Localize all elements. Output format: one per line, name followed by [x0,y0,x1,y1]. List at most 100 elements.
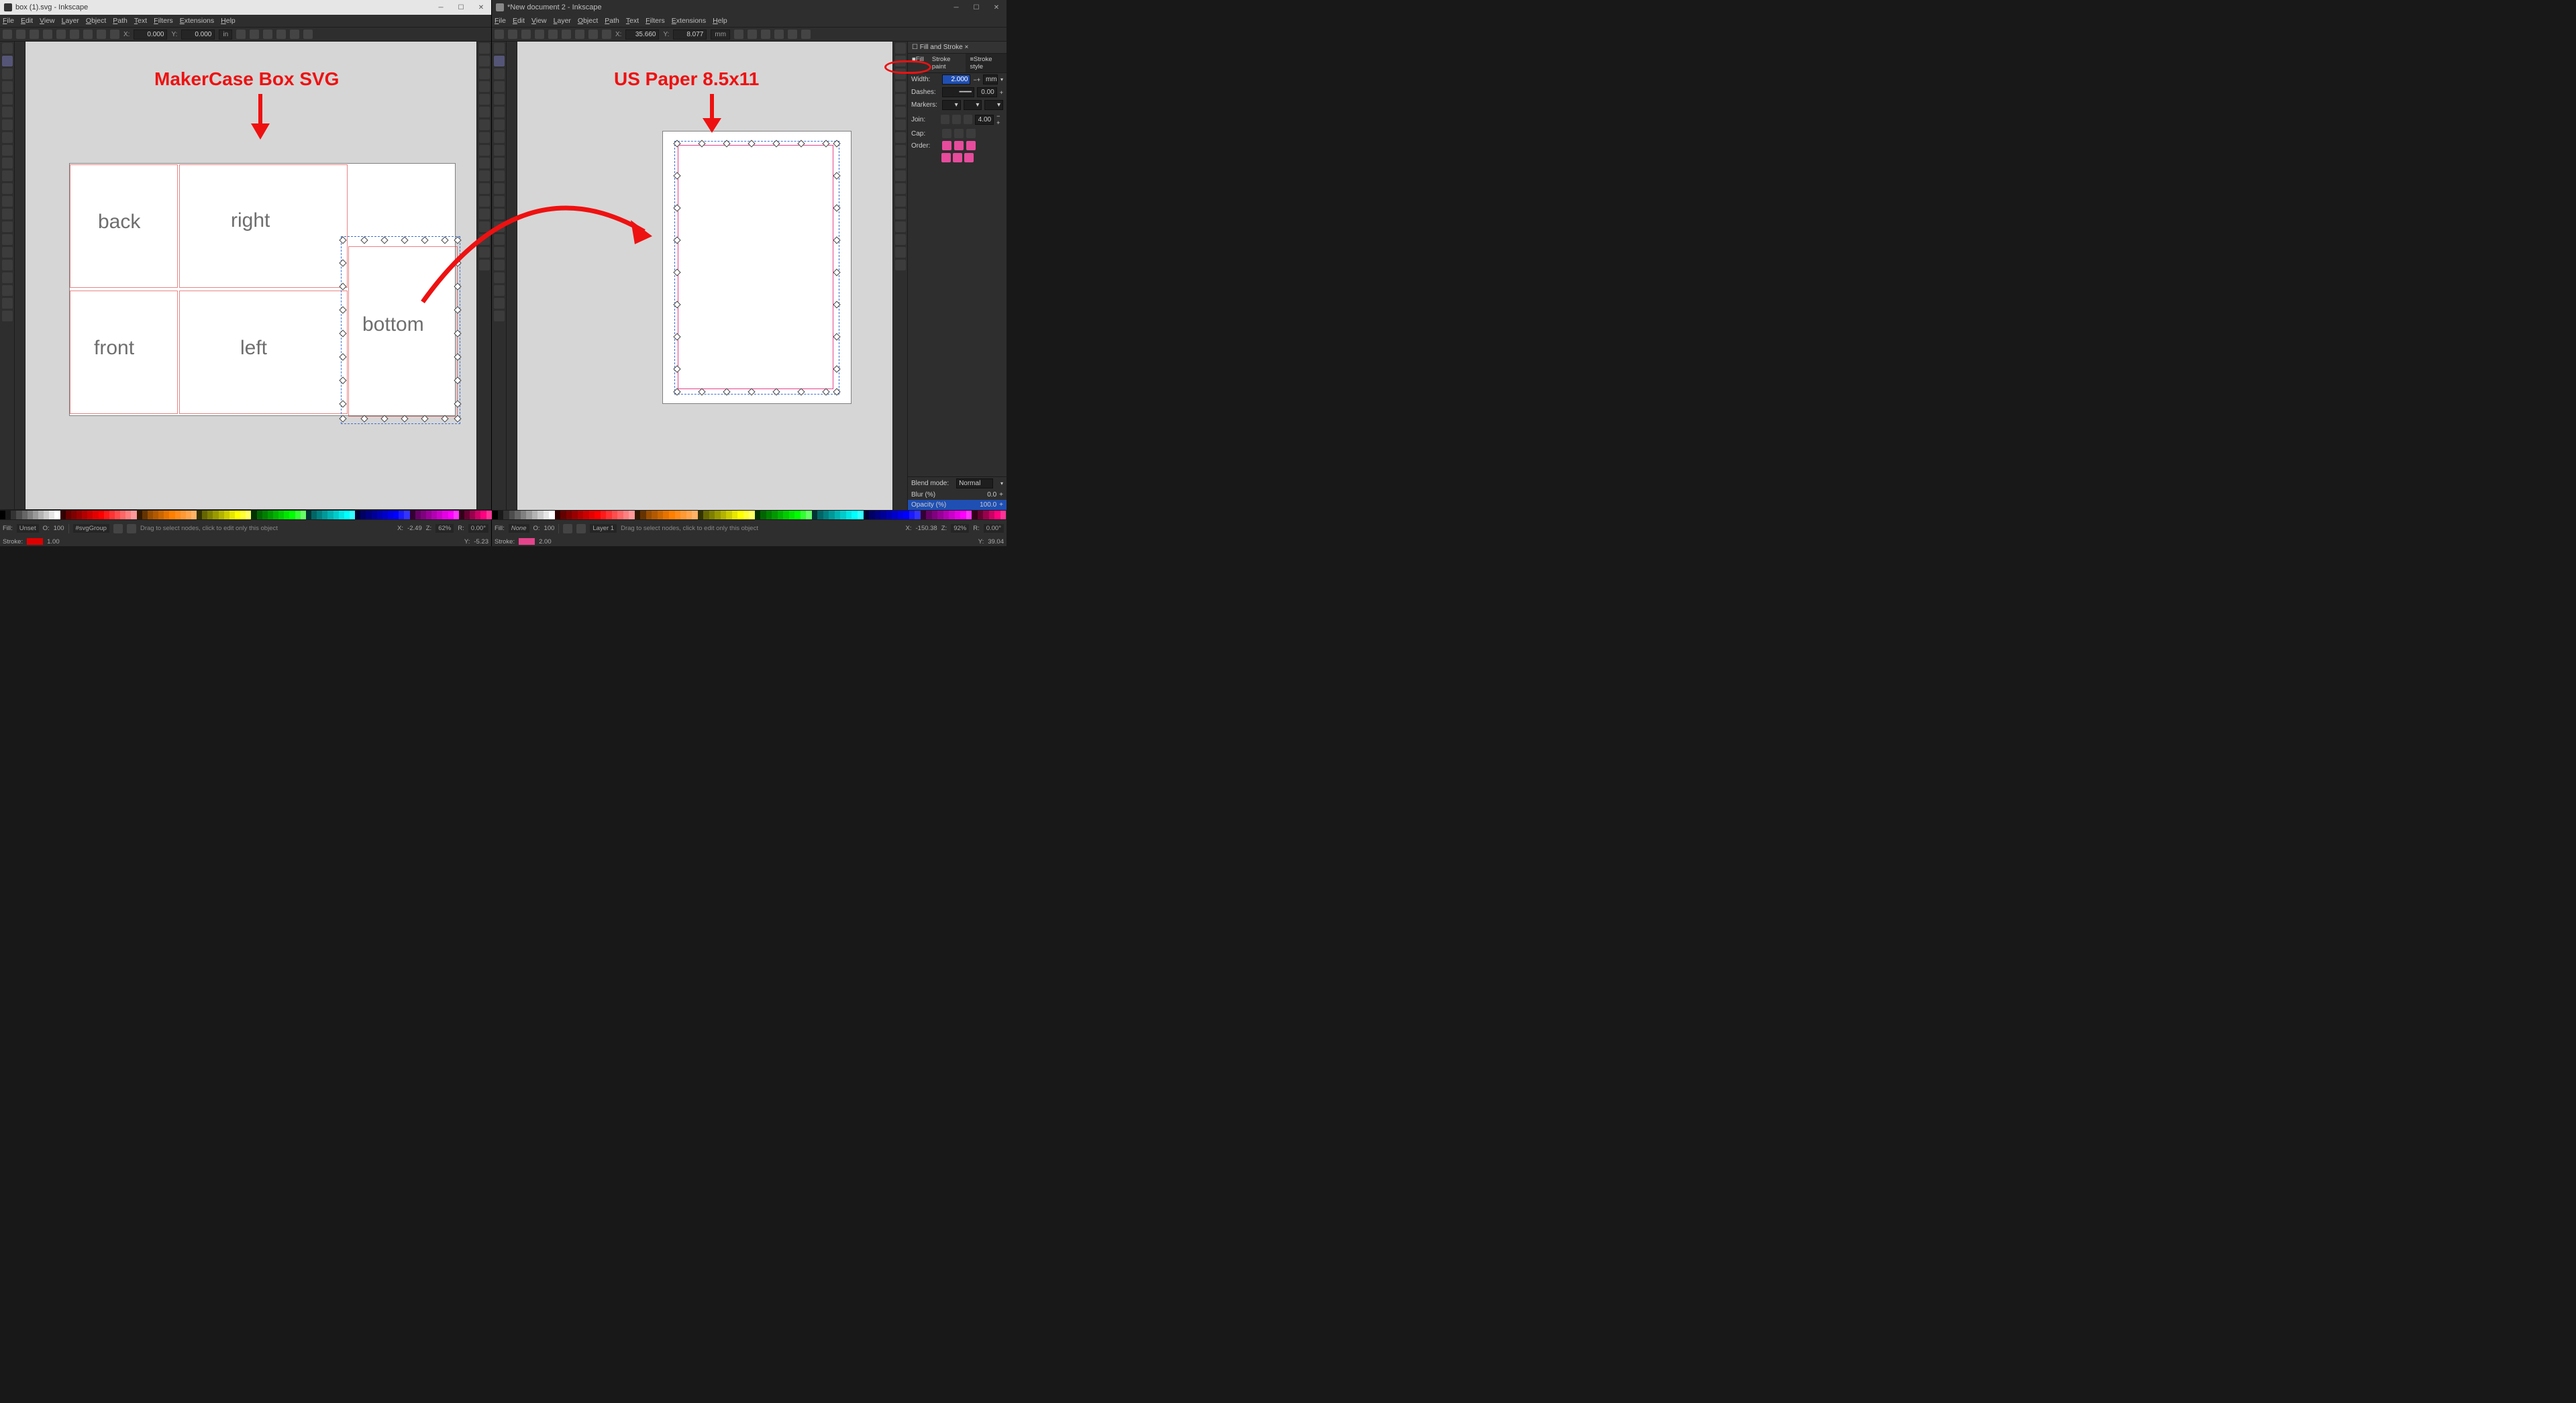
swatch[interactable] [131,511,136,519]
swatch[interactable] [960,511,966,519]
node-tool-icon[interactable] [494,56,505,66]
measure-tool-icon[interactable] [494,311,505,321]
swatch[interactable] [311,511,317,519]
order-icon[interactable] [953,153,962,162]
cap-butt-icon[interactable] [942,129,951,138]
toolctl-icon[interactable] [83,30,93,39]
swatch[interactable] [366,511,371,519]
swatch[interactable] [71,511,76,519]
swatch[interactable] [153,511,158,519]
join-bevel-icon[interactable] [964,115,972,124]
swatch[interactable] [732,511,738,519]
tab-stroke-style[interactable]: ≡Stroke style [966,54,1007,72]
toolctl-icon[interactable] [56,30,66,39]
3dbox-tool-icon[interactable] [494,107,505,117]
snap-icon[interactable] [479,170,490,181]
swatch[interactable] [60,511,66,519]
toolctl-icon[interactable] [70,30,79,39]
snap-icon[interactable] [479,145,490,156]
stroke-width-input[interactable]: 2.000 [942,74,970,85]
order-icon[interactable] [941,153,951,162]
swatch[interactable] [675,511,681,519]
toolctl-icon[interactable] [3,30,12,39]
maximize-button[interactable]: ☐ [451,0,471,15]
menu-path[interactable]: Path [113,17,127,25]
swatch[interactable] [794,511,801,519]
swatch[interactable] [703,511,709,519]
layer-lock-icon[interactable] [113,524,123,533]
marker-start[interactable]: ▾ [942,100,961,110]
snap-icon[interactable] [895,221,906,232]
snap-icon[interactable] [895,196,906,207]
swatch[interactable] [464,511,470,519]
swatch[interactable] [219,511,224,519]
swatch[interactable] [393,511,399,519]
swatch[interactable] [410,511,415,519]
swatch[interactable] [224,511,229,519]
menu-filters[interactable]: Filters [154,17,173,25]
swatch[interactable] [549,511,555,519]
swatch[interactable] [191,511,197,519]
snap-icon[interactable] [479,81,490,92]
toolctl-icon[interactable] [495,30,504,39]
menu-view[interactable]: View [531,17,547,25]
swatch[interactable] [120,511,125,519]
menu-text[interactable]: Text [626,17,639,25]
color-palette[interactable] [492,510,1007,519]
swatch[interactable] [262,511,268,519]
text-tool-icon[interactable] [494,170,505,181]
menu-extensions[interactable]: Extensions [672,17,706,25]
swatch[interactable] [426,511,431,519]
swatch[interactable] [772,511,778,519]
swatch[interactable] [22,511,28,519]
bezier-tool-icon[interactable] [2,132,13,143]
swatch[interactable] [778,511,784,519]
swatch[interactable] [852,511,858,519]
swatch[interactable] [317,511,322,519]
paintbucket-tool-icon[interactable] [494,221,505,232]
canvas[interactable]: back right front left bottom [[473,296],… [25,42,476,509]
snap-icon[interactable] [479,132,490,143]
dock-tab-header[interactable]: ☐ Fill and Stroke × [908,42,1007,54]
menu-object[interactable]: Object [578,17,598,25]
menu-view[interactable]: View [40,17,55,25]
toolctl-icon[interactable] [43,30,52,39]
text-tool-icon[interactable] [2,170,13,181]
status-fill[interactable]: Unset [17,524,39,533]
swatch[interactable] [197,511,202,519]
menu-object[interactable]: Object [86,17,106,25]
swatch[interactable] [498,511,504,519]
swatch[interactable] [966,511,972,519]
connector-tool-icon[interactable] [2,272,13,283]
swatch[interactable] [109,511,115,519]
swatch[interactable] [350,511,355,519]
rect-tool-icon[interactable] [494,68,505,79]
swatch[interactable] [864,511,870,519]
swatch[interactable] [937,511,943,519]
x-field[interactable]: 0.000 [134,30,167,40]
3dbox-tool-icon[interactable] [2,107,13,117]
swatch[interactable] [268,511,273,519]
lpe-tool-icon[interactable] [2,285,13,296]
status-fill[interactable]: None [509,524,529,533]
eraser-tool-icon[interactable] [2,260,13,270]
swatch[interactable] [760,511,766,519]
swatch[interactable] [846,511,852,519]
eraser-tool-icon[interactable] [494,260,505,270]
swatch[interactable] [583,511,589,519]
swatch[interactable] [680,511,686,519]
swatch[interactable] [692,511,698,519]
join-miter-icon[interactable] [941,115,949,124]
snap-icon[interactable] [895,158,906,168]
swatch[interactable] [949,511,955,519]
status-zoom[interactable]: 62% [435,524,454,533]
dashes-offset[interactable]: 0.00 [977,87,997,97]
close-button[interactable]: ✕ [986,0,1007,15]
swatch[interactable] [273,511,278,519]
swatch[interactable] [442,511,448,519]
toolctl-icon[interactable] [801,30,811,39]
swatch[interactable] [76,511,82,519]
measure-tool-icon[interactable] [2,311,13,321]
spray-tool-icon[interactable] [494,247,505,258]
swatch[interactable] [623,511,629,519]
